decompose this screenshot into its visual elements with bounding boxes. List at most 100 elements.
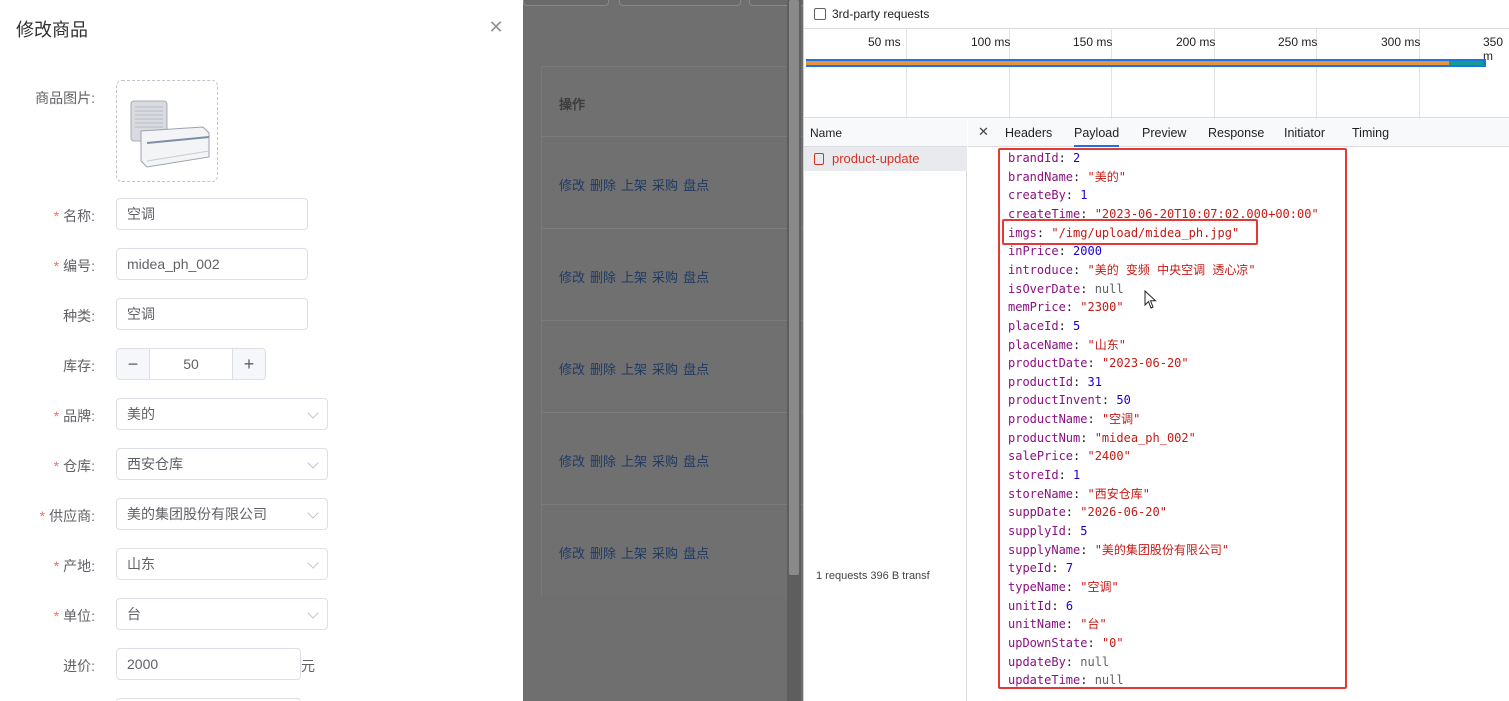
payload-line: productId: 31	[1008, 373, 1102, 392]
purchase-link[interactable]: 采购	[652, 270, 678, 285]
inventory-link[interactable]: 盘点	[683, 178, 709, 193]
code-label: 编号:	[63, 258, 95, 274]
tab-response[interactable]: Response	[1208, 119, 1264, 147]
delete-link[interactable]: 删除	[590, 454, 616, 469]
tab-initiator[interactable]: Initiator	[1284, 119, 1325, 147]
payload-value: "2023-06-20T10:07:02.000+00:00"	[1094, 206, 1319, 221]
type-input[interactable]: 空调	[116, 298, 308, 330]
list-link[interactable]: 上架	[621, 546, 647, 561]
payload-key: upDownState	[1008, 635, 1088, 650]
payload-value: "西安仓库"	[1087, 486, 1150, 501]
brand-select[interactable]: 美的	[116, 398, 328, 430]
table-row: 修改 删除 上架 采购 盘点	[559, 543, 714, 562]
list-link[interactable]: 上架	[621, 362, 647, 377]
scrollbar-thumb[interactable]	[789, 0, 799, 575]
payload-line: brandName: "美的"	[1008, 168, 1126, 187]
payload-separator: :	[1051, 598, 1066, 613]
table-divider	[541, 136, 803, 137]
payload-line: unitId: 6	[1008, 597, 1073, 616]
purchase-link[interactable]: 采购	[652, 178, 678, 193]
table-row: 修改 删除 上架 采购 盘点	[559, 359, 714, 378]
tab-payload[interactable]: Payload	[1074, 119, 1120, 147]
inventory-link[interactable]: 盘点	[683, 270, 709, 285]
payload-value: "美的集团股份有限公司"	[1094, 542, 1230, 557]
inventory-link[interactable]: 盘点	[683, 362, 709, 377]
waterfall-download	[1449, 61, 1483, 65]
inventory-link[interactable]: 盘点	[683, 454, 709, 469]
supplier-select[interactable]: 美的集团股份有限公司	[116, 498, 328, 530]
delete-link[interactable]: 删除	[590, 178, 616, 193]
edit-link[interactable]: 修改	[559, 362, 585, 377]
payload-line: updateBy: null	[1008, 653, 1109, 672]
payload-value: 31	[1087, 374, 1102, 389]
payload-key: placeName	[1008, 337, 1074, 352]
payload-value: "2023-06-20"	[1101, 356, 1189, 371]
inventory-link[interactable]: 盘点	[683, 546, 709, 561]
increment-button[interactable]: +	[232, 349, 265, 379]
edit-link[interactable]: 修改	[559, 270, 585, 285]
name-input[interactable]: 空调	[116, 198, 308, 230]
stock-value[interactable]: 50	[150, 349, 232, 379]
third-party-filter[interactable]: 3rd-party requests	[814, 7, 929, 21]
payload-key: supplyName	[1008, 542, 1081, 557]
delete-link[interactable]: 删除	[590, 546, 616, 561]
purchase-link[interactable]: 采购	[652, 546, 678, 561]
decrement-button[interactable]: −	[117, 349, 150, 379]
edit-link[interactable]: 修改	[559, 178, 585, 193]
name-label: 名称:	[63, 208, 95, 224]
purchase-link[interactable]: 采购	[652, 454, 678, 469]
delete-link[interactable]: 删除	[590, 270, 616, 285]
payload-value: 6	[1065, 598, 1074, 613]
unit-select[interactable]: 台	[116, 598, 328, 630]
list-link[interactable]: 上架	[621, 454, 647, 469]
payload-value: "台"	[1080, 617, 1107, 632]
request-row[interactable]: product-update	[804, 147, 967, 171]
delete-link[interactable]: 删除	[590, 362, 616, 377]
origin-value: 山东	[127, 556, 155, 572]
payload-separator: :	[1087, 635, 1102, 650]
air-conditioner-image	[130, 100, 210, 168]
type-label: 种类:	[63, 308, 95, 324]
edit-link[interactable]: 修改	[559, 454, 585, 469]
operations-header: 操作	[559, 97, 586, 112]
chevron-down-icon	[307, 607, 319, 619]
drawer-title: 修改商品	[16, 20, 88, 40]
product-image-upload[interactable]	[116, 80, 218, 182]
payload-key: supplyId	[1008, 524, 1066, 538]
tab-preview[interactable]: Preview	[1142, 119, 1186, 147]
payload-key: productNum	[1008, 430, 1081, 445]
table-divider	[541, 228, 803, 229]
payload-value: 1	[1080, 188, 1088, 203]
payload-value: "美的"	[1087, 169, 1126, 184]
required-mark: *	[53, 608, 60, 624]
payload-key: storeId	[1008, 468, 1059, 483]
unit-value: 台	[127, 606, 141, 622]
tick-label: 100 ms	[971, 35, 1011, 49]
payload-value: null	[1094, 281, 1124, 296]
payload-key: createBy	[1008, 188, 1066, 203]
tab-timing[interactable]: Timing	[1352, 119, 1389, 147]
table-divider	[541, 320, 803, 321]
close-icon[interactable]: ✕	[978, 124, 989, 140]
chevron-down-icon	[307, 557, 319, 569]
payload-separator: :	[1087, 356, 1102, 371]
request-summary: 1 requests 396 B transf	[816, 570, 930, 582]
table-divider	[541, 412, 803, 413]
payload-separator: :	[1065, 505, 1081, 520]
toolbar-button	[523, 0, 609, 6]
in-price-input[interactable]: 2000	[116, 648, 301, 680]
edit-link[interactable]: 修改	[559, 546, 585, 561]
list-link[interactable]: 上架	[621, 178, 647, 193]
payload-line: storeId: 1	[1008, 466, 1080, 485]
warehouse-select[interactable]: 西安仓库	[116, 448, 328, 480]
list-link[interactable]: 上架	[621, 270, 647, 285]
checkbox[interactable]	[814, 8, 826, 20]
brand-label: 品牌:	[63, 408, 95, 424]
purchase-link[interactable]: 采购	[652, 362, 678, 377]
tab-headers[interactable]: Headers	[1005, 119, 1052, 147]
origin-select[interactable]: 山东	[116, 548, 328, 580]
name-column-header[interactable]: Name	[804, 119, 967, 147]
code-input[interactable]: midea_ph_002	[116, 248, 308, 280]
payload-separator: :	[1065, 654, 1081, 669]
close-icon[interactable]: ✕	[487, 18, 505, 36]
